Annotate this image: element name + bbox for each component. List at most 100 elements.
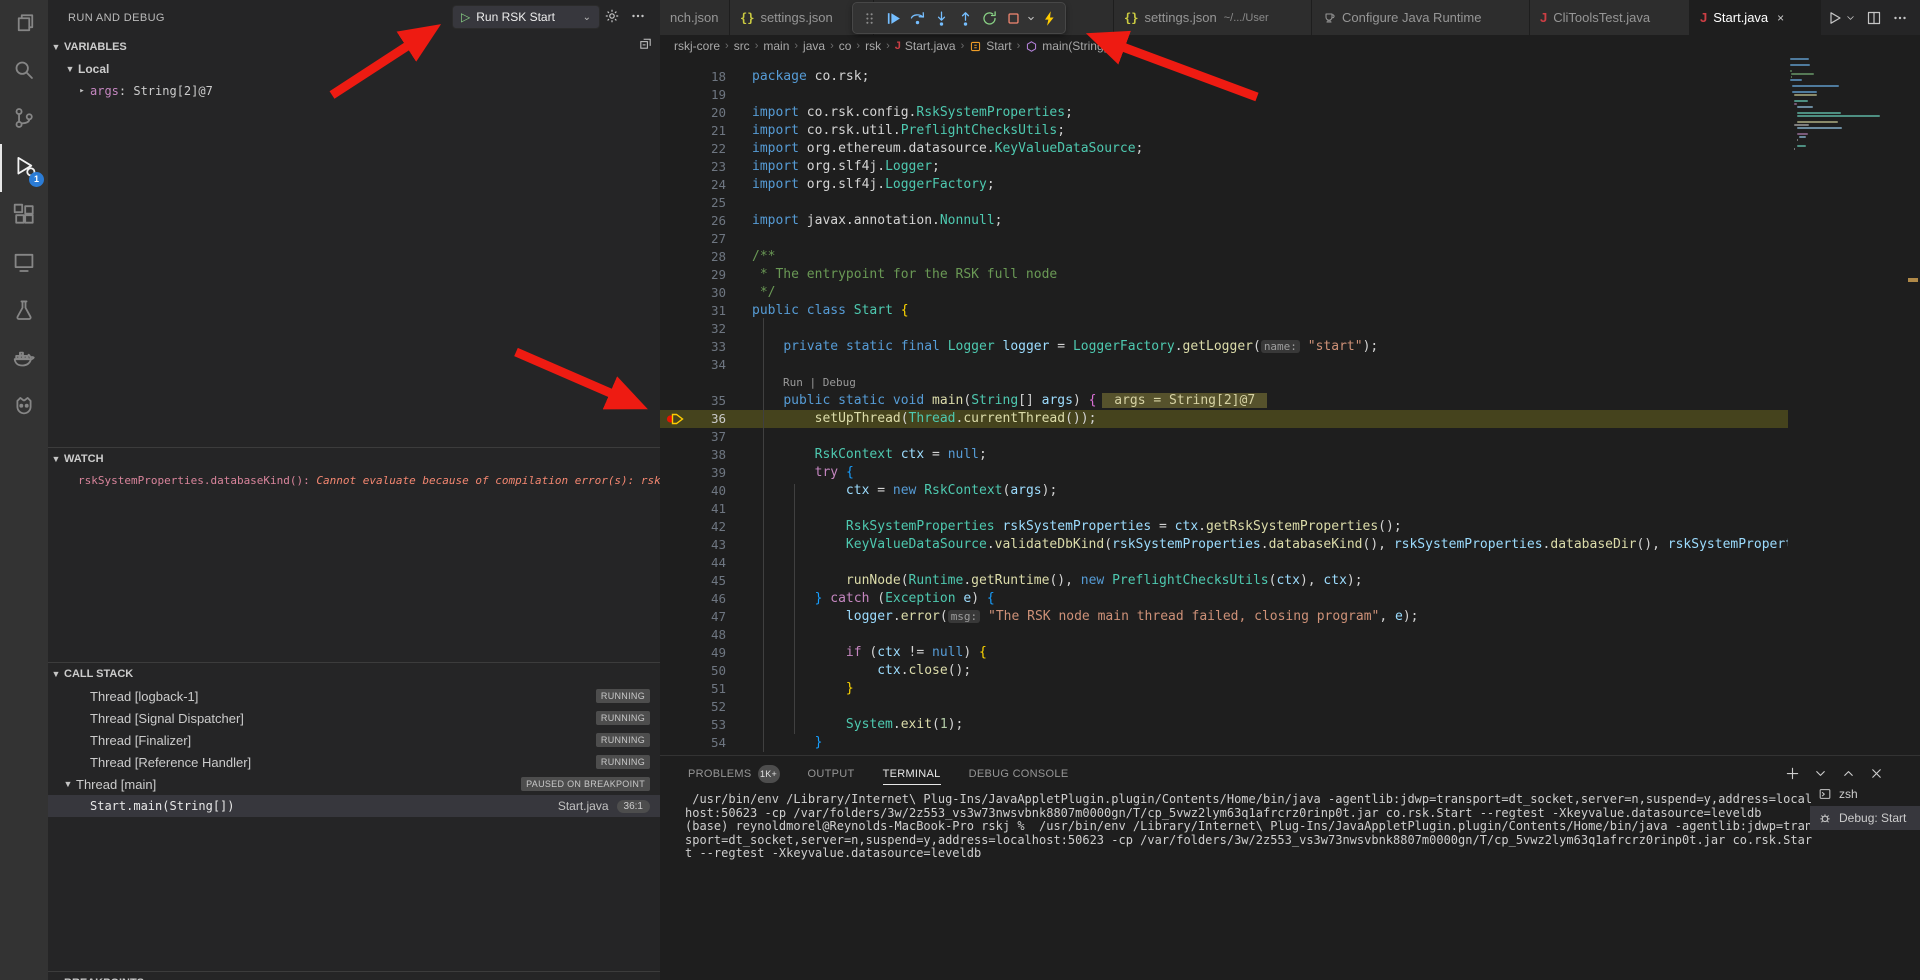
editor-gutter[interactable]: 45 [660,572,732,590]
editor-gutter[interactable]: 36 [660,410,732,428]
launch-configuration-dropdown[interactable]: ▷ Run RSK Start ⌄ [452,5,600,29]
run-debug-activity-item[interactable]: 1 [0,144,48,192]
variables-section-header[interactable]: ▼ VARIABLES [48,36,660,58]
call-stack-section-header[interactable]: ▼ CALL STACK [48,663,660,685]
breadcrumb-item[interactable]: JStart.java [895,39,956,53]
editor-gutter[interactable]: 23 [660,158,732,176]
run-icon[interactable] [1827,10,1843,26]
breadcrumb-item[interactable]: src [734,39,750,53]
editor-gutter[interactable]: 20 [660,104,732,122]
step-into-icon[interactable] [929,5,953,31]
variable-row[interactable]: ▸args: String[2]@7 [48,80,660,102]
editor-gutter[interactable]: 53 [660,716,732,734]
chevron-down-icon[interactable] [1845,10,1856,26]
breakpoint-zone[interactable] [660,212,690,230]
breakpoint-zone[interactable] [660,338,690,356]
editor-gutter[interactable]: 52 [660,698,732,716]
source-control-activity-item[interactable] [0,96,48,144]
editor-gutter[interactable]: 30 [660,284,732,302]
minimap[interactable] [1790,40,1910,740]
breakpoint-zone[interactable] [660,194,690,212]
chevron-up-icon[interactable] [1841,766,1856,781]
panel-tab-problems[interactable]: PROBLEMS1K+ [688,756,780,791]
files-activity-item[interactable] [0,0,48,48]
breakpoint-zone[interactable] [660,230,690,248]
breakpoint-zone[interactable] [660,140,690,158]
panel-tab-debug-console[interactable]: DEBUG CONSOLE [969,756,1069,791]
start-debugging-icon[interactable]: ▷ [461,10,470,24]
editor-gutter[interactable]: 49 [660,644,732,662]
testing-activity-item[interactable] [0,288,48,336]
breakpoint-zone[interactable] [660,644,690,662]
chevron-down-icon[interactable] [1813,766,1828,781]
breakpoint-zone[interactable] [660,176,690,194]
editor-gutter[interactable]: 35 [660,392,732,410]
editor-gutter[interactable]: 18 [660,68,732,86]
editor-gutter[interactable]: 38 [660,446,732,464]
breakpoint-zone[interactable] [660,734,690,752]
call-stack-thread-row[interactable]: Thread [Finalizer]RUNNING [48,729,660,751]
terminal-output[interactable]: /usr/bin/env /Library/Internet\ Plug-Ins… [685,793,1805,861]
step-over-icon[interactable] [905,5,929,31]
editor-gutter[interactable]: 27 [660,230,732,248]
editor-gutter[interactable]: 51 [660,680,732,698]
plus-icon[interactable] [1785,766,1800,781]
breakpoint-zone[interactable] [660,482,690,500]
breadcrumb-item[interactable]: main(String[]) [1025,39,1114,53]
breakpoint-zone[interactable] [660,68,690,86]
editor-gutter[interactable]: 26 [660,212,732,230]
panel-tab-terminal[interactable]: TERMINAL [883,756,941,791]
hot-code-replace-icon[interactable] [1037,5,1061,31]
breakpoint-zone[interactable] [660,500,690,518]
editor-gutter[interactable]: 33 [660,338,732,356]
editor-gutter[interactable]: 19 [660,86,732,104]
terminal-instance-debug-start[interactable]: Debug: Start [1810,806,1920,830]
editor-tab-nch-json[interactable]: nch.json [660,0,730,35]
editor-tab-configure-java-runtime[interactable]: Configure Java Runtime [1312,0,1530,35]
editor-gutter[interactable]: 21 [660,122,732,140]
breadcrumb-item[interactable]: rsk [865,39,881,53]
editor-gutter[interactable]: 25 [660,194,732,212]
editor-gutter[interactable]: 47 [660,608,732,626]
editor-gutter[interactable]: 43 [660,536,732,554]
breakpoint-zone[interactable] [660,266,690,284]
restart-icon[interactable] [977,5,1001,31]
call-stack-thread-row[interactable]: Thread [logback-1]RUNNING [48,685,660,707]
terminal-instance-zsh[interactable]: zsh [1810,782,1920,806]
editor-gutter[interactable]: 31 [660,302,732,320]
breakpoint-zone[interactable] [660,284,690,302]
stack-frame-row[interactable]: Start.main(String[])Start.java36:1 [48,795,660,817]
breakpoint-zone[interactable] [660,698,690,716]
breadcrumb-item[interactable]: co [839,39,852,53]
editor-gutter[interactable]: 50 [660,662,732,680]
more-actions-icon[interactable] [1892,10,1908,26]
breakpoint-zone[interactable] [660,554,690,572]
breakpoint-zone[interactable] [660,680,690,698]
stop-chevron-icon[interactable] [1025,5,1037,31]
breadcrumb-item[interactable]: main [763,39,789,53]
breakpoint-zone[interactable] [660,122,690,140]
step-out-icon[interactable] [953,5,977,31]
editor-gutter[interactable]: 29 [660,266,732,284]
breakpoint-zone[interactable] [660,320,690,338]
editor-gutter[interactable]: 48 [660,626,732,644]
continue-icon[interactable] [881,5,905,31]
editor-gutter[interactable]: 44 [660,554,732,572]
breakpoints-section-header[interactable]: ▼ BREAKPOINTS [48,972,660,980]
codelens-run-debug[interactable]: Run | Debug [660,374,1788,392]
breakpoint-zone[interactable] [660,248,690,266]
breakpoint-zone[interactable] [660,626,690,644]
breakpoint-zone[interactable] [660,536,690,554]
breakpoint-zone[interactable] [660,428,690,446]
stop-icon[interactable] [1001,5,1025,31]
editor-gutter[interactable]: 42 [660,518,732,536]
breakpoint-zone[interactable] [660,104,690,122]
breakpoint-zone[interactable] [660,158,690,176]
breakpoint-zone[interactable] [660,464,690,482]
breakpoint-zone[interactable] [660,590,690,608]
breakpoint-zone[interactable] [660,410,690,428]
variables-scope-local[interactable]: ▼ Local [48,58,660,80]
editor-tab-settings-json[interactable]: {}settings.json~/.../User [1114,0,1312,35]
breakpoint-zone[interactable] [660,572,690,590]
editor-gutter[interactable]: 41 [660,500,732,518]
